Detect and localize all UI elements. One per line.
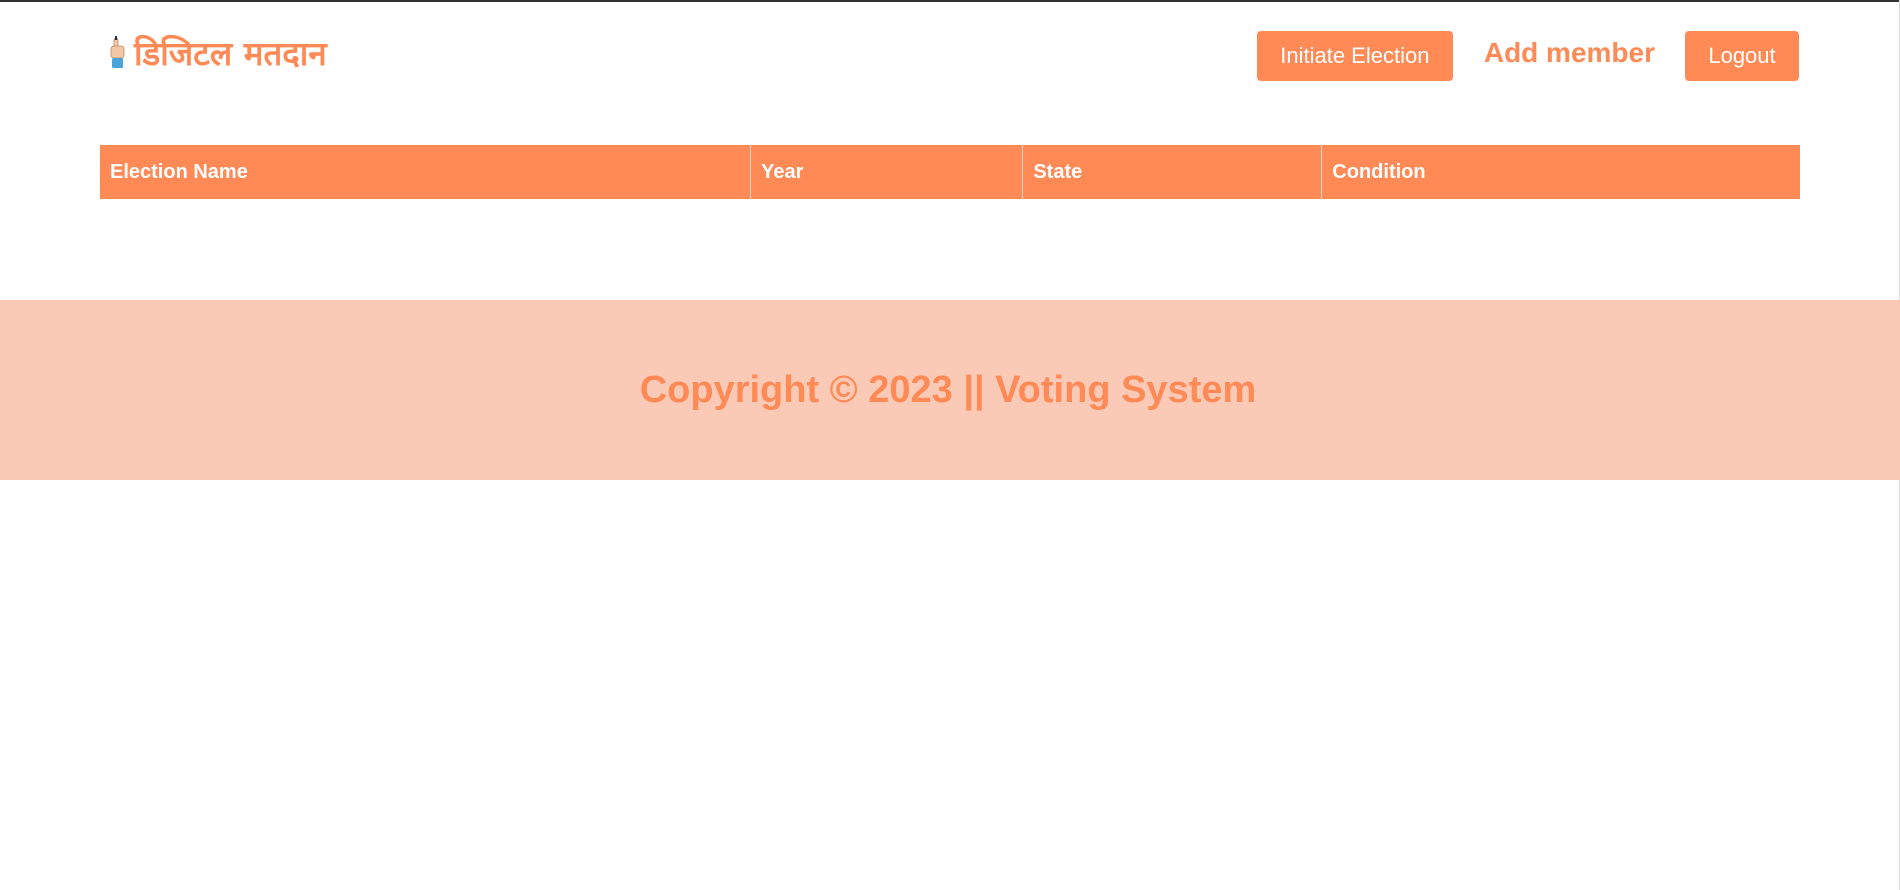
column-header-year: Year: [750, 145, 1024, 199]
top-nav: Initiate Election Add member Logout: [1256, 28, 1799, 81]
footer: Copyright © 2023 || Voting System: [0, 300, 1900, 480]
table-header-row: Election Name Year State Condition: [100, 145, 1800, 199]
brand-title: डिजिटल मतदान: [134, 33, 327, 73]
initiate-election-button[interactable]: Initiate Election: [1256, 31, 1453, 81]
column-header-election-name: Election Name: [100, 145, 752, 199]
add-member-link[interactable]: Add member: [1484, 28, 1655, 78]
voting-finger-icon: [108, 32, 128, 75]
logout-button[interactable]: Logout: [1685, 31, 1799, 81]
brand[interactable]: डिजिटल मतदान: [108, 32, 327, 75]
elections-table: Election Name Year State Condition: [100, 145, 1800, 199]
column-header-condition: Condition: [1321, 145, 1800, 199]
copyright-text: Copyright © 2023 || Voting System: [639, 368, 1257, 411]
elections-table-container: Election Name Year State Condition: [100, 145, 1800, 199]
column-header-state: State: [1022, 145, 1323, 199]
header: डिजिटल मतदान Initiate Election Add membe…: [0, 2, 1900, 112]
